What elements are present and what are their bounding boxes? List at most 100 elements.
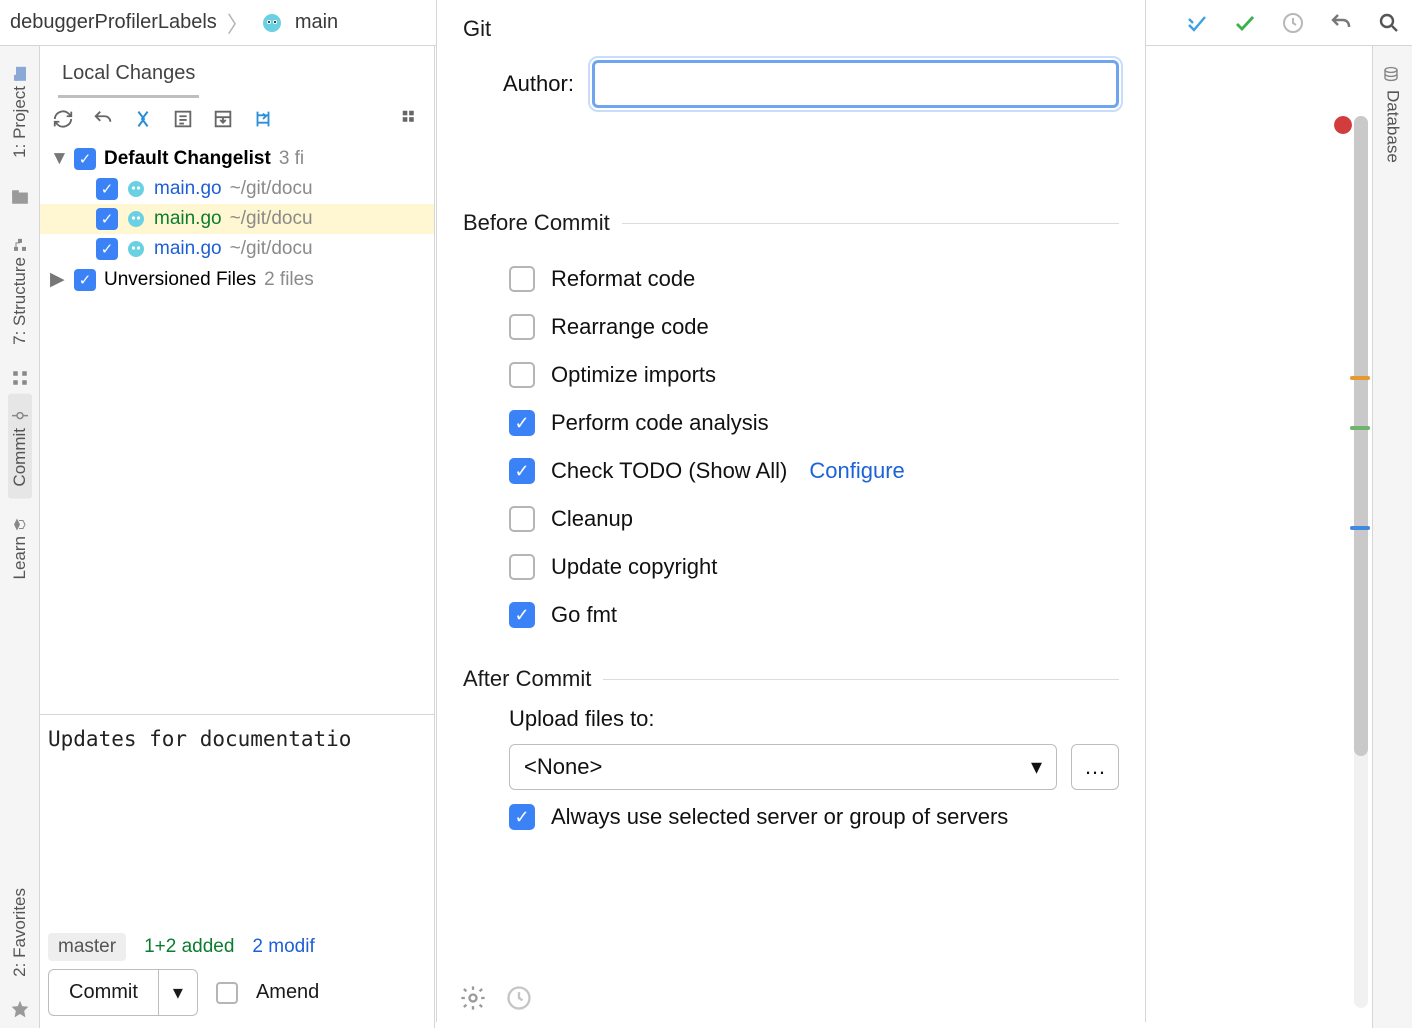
commit-check-icon[interactable] — [1232, 10, 1258, 36]
before-commit-section: Before Commit — [463, 210, 1119, 236]
changelist-icon[interactable] — [170, 106, 196, 132]
changed-file-row[interactable]: ✓ main.go ~/git/docu — [40, 174, 434, 204]
checkbox-icon[interactable] — [509, 266, 535, 292]
checkbox-icon[interactable] — [509, 314, 535, 340]
diff-icon[interactable] — [130, 106, 156, 132]
checkbox-icon[interactable]: ✓ — [509, 458, 535, 484]
checkbox-icon[interactable]: ✓ — [74, 148, 96, 170]
before-commit-option[interactable]: ✓ Check TODO (Show All) Configure — [509, 458, 1119, 484]
breadcrumb: debuggerProfilerLabels 〉 main — [10, 7, 338, 39]
before-commit-option[interactable]: ✓ Perform code analysis — [509, 410, 1119, 436]
unversioned-node[interactable]: ▶ ✓ Unversioned Files 2 files — [40, 264, 434, 295]
checkbox-icon[interactable]: ✓ — [96, 238, 118, 260]
option-label: Cleanup — [551, 506, 633, 532]
commit-options-popover: Git Author: Before Commit Reformat codeR… — [436, 0, 1146, 1022]
update-project-icon[interactable] — [1184, 10, 1210, 36]
before-commit-options: Reformat code Rearrange code Optimize impo… — [509, 266, 1119, 628]
error-indicator-icon[interactable] — [1334, 116, 1352, 134]
branch-badge[interactable]: master — [48, 933, 126, 961]
tab-database[interactable]: Database — [1381, 56, 1405, 173]
default-changelist-node[interactable]: ▼ ✓ Default Changelist 3 fi — [40, 144, 434, 174]
always-use-label: Always use selected server or group of s… — [551, 804, 1008, 830]
undo-icon[interactable] — [1328, 10, 1354, 36]
option-label: Rearrange code — [551, 314, 709, 340]
option-label: Update copyright — [551, 554, 717, 580]
tab-structure[interactable]: 7: Structure — [8, 223, 32, 357]
upload-label: Upload files to: — [509, 706, 1119, 732]
clock-icon[interactable] — [1280, 10, 1306, 36]
amend-label: Amend — [256, 981, 319, 1004]
checkbox-icon[interactable]: ✓ — [509, 602, 535, 628]
before-commit-option[interactable]: Rearrange code — [509, 314, 1119, 340]
tab-favorites[interactable]: 2: Favorites — [8, 876, 32, 989]
before-commit-option[interactable]: Optimize imports — [509, 362, 1119, 388]
chevron-right-icon: 〉 — [227, 7, 249, 39]
option-label: Reformat code — [551, 266, 695, 292]
added-count: 1+2 added — [144, 936, 234, 958]
before-commit-option[interactable]: Cleanup — [509, 506, 1119, 532]
tab-local-changes[interactable]: Local Changes — [58, 56, 199, 98]
popover-title: Git — [463, 16, 1119, 42]
changes-tree: ▼ ✓ Default Changelist 3 fi ✓ main.go ~/… — [40, 140, 434, 299]
group-by-icon[interactable] — [398, 106, 424, 132]
refresh-icon[interactable] — [50, 106, 76, 132]
gear-icon[interactable] — [459, 984, 487, 1012]
configure-link[interactable]: Configure — [809, 458, 904, 484]
chevron-down-icon: ▾ — [1031, 754, 1042, 780]
top-toolbar — [1184, 10, 1402, 36]
checkbox-icon[interactable] — [509, 506, 535, 532]
checkbox-icon[interactable] — [509, 362, 535, 388]
commit-dropdown-icon[interactable]: ▾ — [158, 970, 197, 1015]
go-file-icon — [259, 10, 285, 36]
upload-target-select[interactable]: <None> ▾ — [509, 744, 1057, 790]
author-label: Author: — [503, 71, 574, 97]
commit-button-main[interactable]: Commit — [49, 970, 158, 1015]
breadcrumb-project[interactable]: debuggerProfilerLabels — [10, 11, 217, 34]
change-marker[interactable] — [1350, 426, 1370, 430]
search-icon[interactable] — [1376, 10, 1402, 36]
checkbox-icon[interactable]: ✓ — [509, 410, 535, 436]
popover-footer — [459, 984, 533, 1012]
unshelve-icon[interactable] — [250, 106, 276, 132]
checkbox-icon[interactable]: ✓ — [74, 269, 96, 291]
checkbox-icon[interactable]: ✓ — [96, 178, 118, 200]
commit-button[interactable]: Commit ▾ — [48, 969, 198, 1016]
left-tool-strip: 1: Project 7: Structure Commit Learn 2: … — [0, 46, 40, 1028]
expand-icon[interactable]: ▼ — [50, 148, 66, 170]
upload-browse-button[interactable]: … — [1071, 744, 1119, 790]
rollback-icon[interactable] — [90, 106, 116, 132]
before-commit-option[interactable]: Reformat code — [509, 266, 1119, 292]
commit-message-box[interactable]: Updates for documentatio — [40, 714, 434, 927]
option-label: Optimize imports — [551, 362, 716, 388]
checkbox-icon[interactable]: ✓ — [96, 208, 118, 230]
before-commit-option[interactable]: ✓Go fmt — [509, 602, 1119, 628]
tab-project[interactable]: 1: Project — [8, 52, 32, 170]
commit-message-input[interactable]: Updates for documentatio — [48, 727, 426, 927]
changed-file-row[interactable]: ✓ main.go ~/git/docu — [40, 234, 434, 264]
shelve-icon[interactable] — [210, 106, 236, 132]
before-commit-option[interactable]: Update copyright — [509, 554, 1119, 580]
breadcrumb-file[interactable]: main — [295, 11, 338, 34]
changed-file-row[interactable]: ✓ main.go ~/git/docu — [40, 204, 434, 234]
history-icon[interactable] — [505, 984, 533, 1012]
option-label: Perform code analysis — [551, 410, 769, 436]
collapse-icon[interactable]: ▶ — [50, 268, 66, 291]
always-use-checkbox[interactable]: ✓ — [509, 804, 535, 830]
editor-scrollbar[interactable] — [1354, 116, 1368, 1008]
warning-marker[interactable] — [1350, 376, 1370, 380]
option-label: Check TODO (Show All) — [551, 458, 787, 484]
amend-checkbox[interactable] — [216, 982, 238, 1004]
go-file-icon — [126, 179, 146, 199]
go-file-icon — [126, 209, 146, 229]
checkbox-icon[interactable] — [509, 554, 535, 580]
after-commit-section: After Commit — [463, 666, 1119, 692]
changes-status-bar: master 1+2 added 2 modif — [40, 927, 434, 969]
author-input[interactable] — [592, 60, 1119, 108]
modified-count: 2 modif — [252, 936, 314, 958]
caret-marker[interactable] — [1350, 526, 1370, 530]
commit-panel: Local Changes ▼ ✓ Default Changelist 3 f… — [40, 46, 435, 1028]
changes-toolbar — [40, 98, 434, 140]
tab-commit[interactable]: Commit — [8, 394, 32, 499]
tab-learn[interactable]: Learn — [8, 502, 32, 591]
go-file-icon — [126, 239, 146, 259]
